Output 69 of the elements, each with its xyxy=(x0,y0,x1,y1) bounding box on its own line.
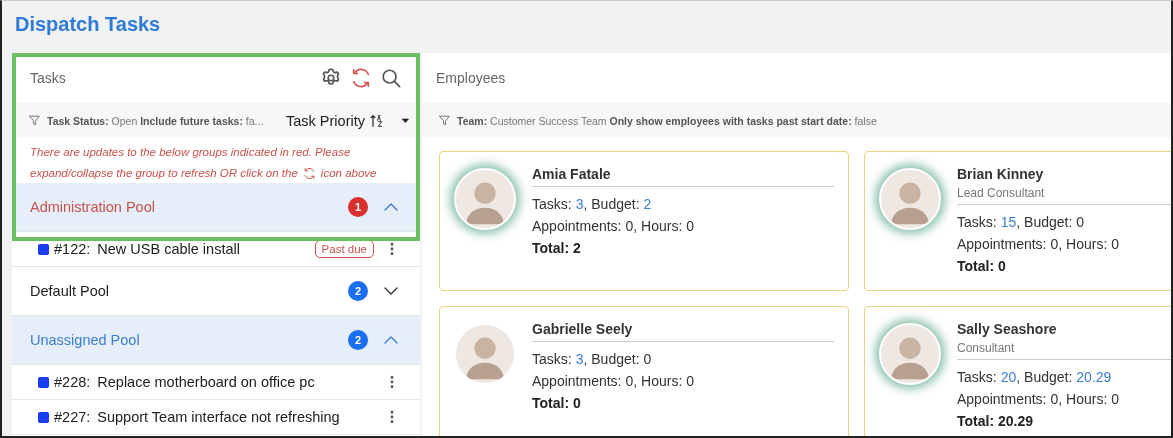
total-text: Total: 20.29 xyxy=(957,412,1034,431)
filter-summary: Team: Customer Success Team Only show employees with tasks past start date: false xyxy=(457,114,877,127)
employee-role: Lead Consultant xyxy=(957,186,1046,200)
group-name: Unassigned Pool xyxy=(30,332,140,348)
stat-label: , Budget: xyxy=(583,351,640,367)
count-badge: 1 xyxy=(348,197,368,217)
panel-title: Employees xyxy=(436,70,506,86)
stat-label: , Hours: xyxy=(633,373,683,389)
refresh-icon xyxy=(302,167,316,180)
panel-title: Tasks xyxy=(30,70,66,86)
stat-label: Tasks: xyxy=(532,351,572,367)
total-text: Total: 2 xyxy=(532,239,582,258)
stat-value: 0 xyxy=(686,218,695,234)
page-title: Dispatch Tasks xyxy=(15,12,161,36)
stat-label: , Budget: xyxy=(583,196,640,212)
stat-label: Appointments: xyxy=(957,236,1047,252)
stat-label: Tasks: xyxy=(532,196,572,212)
stat-label: Appointments: xyxy=(532,373,622,389)
employee-card[interactable]: Amia Fatale Tasks: 3, Budget: 2 Appointments: 0, Hours: 0 Total: 2 xyxy=(439,151,849,291)
count-badge: 2 xyxy=(348,281,368,301)
task-id: #227: xyxy=(54,409,91,425)
stat-link[interactable]: 2 xyxy=(643,196,652,212)
employee-name: Sally Seashore xyxy=(957,321,1058,337)
stat-label: Appointments: xyxy=(957,391,1047,407)
task-row[interactable]: #227: Support Team interface not refreshing xyxy=(12,400,420,435)
sort-dropdown[interactable]: Task Priority xyxy=(286,112,410,129)
stat-label: , Hours: xyxy=(1058,236,1108,252)
filter-icon xyxy=(438,114,451,127)
caret-icon[interactable] xyxy=(401,116,410,125)
stat-label: , Hours: xyxy=(633,218,683,234)
employee-role: Consultant xyxy=(957,341,1016,355)
stat-link[interactable]: 20.29 xyxy=(1076,369,1112,385)
stat-label: , Budget: xyxy=(1016,214,1073,230)
employee-name: Amia Fatale xyxy=(532,166,612,182)
group-header[interactable]: Unassigned Pool 2 xyxy=(12,316,420,365)
employee-card[interactable]: Sally Seashore Consultant Tasks: 20, Budget: 20.29 Appointments: 0, Hours: 0 Total: 20.29 xyxy=(864,306,1171,436)
search-icon[interactable] xyxy=(380,67,402,89)
update-notice: There are updates to the below groups indicated in red. Please xyxy=(30,145,352,160)
stat-value: 0 xyxy=(1076,214,1085,230)
group-name: Default Pool xyxy=(30,283,109,299)
task-title: Replace motherboard on office pc xyxy=(97,374,315,390)
group-name: Administration Pool xyxy=(30,199,155,215)
stat-label: , Budget: xyxy=(1016,369,1073,385)
stat-value: 0 xyxy=(1111,236,1120,252)
filter-summary: Task Status: Open Include future tasks: fa... xyxy=(47,114,264,127)
update-notice: icon above xyxy=(320,166,377,181)
stat-value: 0 xyxy=(686,373,695,389)
task-title: Support Team interface not refreshing xyxy=(97,409,340,425)
task-row[interactable]: #228: Replace motherboard on office pc xyxy=(12,365,420,400)
employee-name: Gabrielle Seely xyxy=(532,321,634,337)
filter-icon xyxy=(28,114,41,127)
task-title: New USB cable install xyxy=(97,241,240,257)
update-notice: expand/collapse the group to refresh OR click on the xyxy=(30,166,298,181)
stat-value: 0 xyxy=(1111,391,1120,407)
sort-icon xyxy=(369,112,385,129)
refresh-icon[interactable] xyxy=(350,67,372,89)
stat-label: Appointments: xyxy=(532,218,622,234)
stat-label: Tasks: xyxy=(957,214,997,230)
task-id: #228: xyxy=(54,374,91,390)
employee-name: Brian Kinney xyxy=(957,166,1045,182)
stat-value: 0 xyxy=(643,351,652,367)
total-text: Total: 0 xyxy=(957,257,1007,276)
stat-label: , Hours: xyxy=(1058,391,1108,407)
total-text: Total: 0 xyxy=(532,394,582,413)
count-badge: 2 xyxy=(348,330,368,350)
employee-card[interactable]: Gabrielle Seely Tasks: 3, Budget: 0 Appointments: 0, Hours: 0 Total: 0 xyxy=(439,306,849,436)
employee-card[interactable]: Brian Kinney Lead Consultant Tasks: 15, Budget: 0 Appointments: 0, Hours: 0 Total: 0 xyxy=(864,151,1171,291)
task-id: #122: xyxy=(54,241,91,257)
stat-label: Tasks: xyxy=(957,369,997,385)
